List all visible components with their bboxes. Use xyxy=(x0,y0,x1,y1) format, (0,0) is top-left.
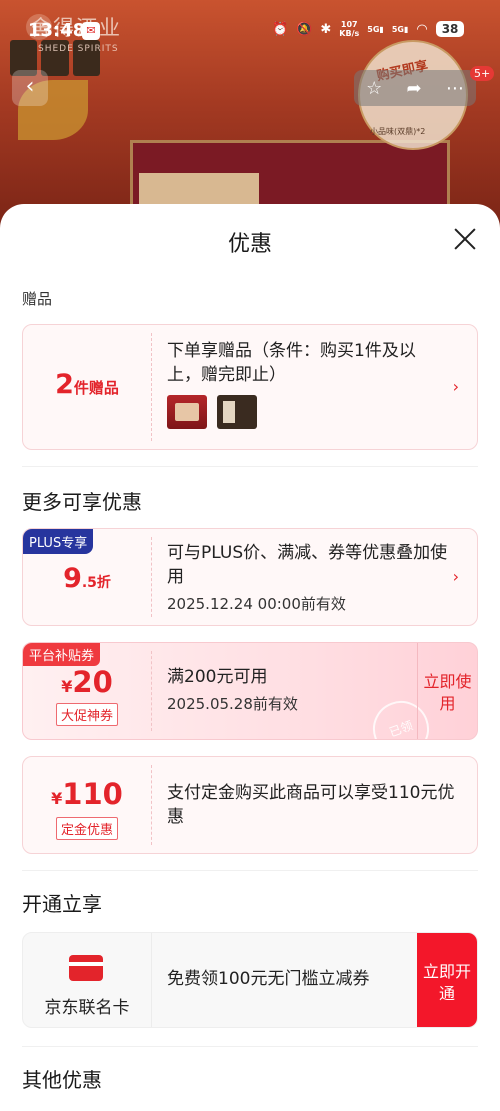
deposit-amount: ¥110 xyxy=(23,777,151,811)
coupon-amount: ¥20 xyxy=(23,665,151,699)
network-speed: 107 KB/s xyxy=(339,20,359,38)
jd-cobrand-card: 京东联名卡 免费领100元无门槛立减券 立即开通 xyxy=(22,932,478,1028)
gifts-section-label: 赠品 xyxy=(22,290,53,308)
battery-level: 38 xyxy=(435,21,465,37)
discount-number: 9 xyxy=(63,563,82,594)
plus-valid-date: 2025.12.24 00:00前有效 xyxy=(167,595,346,613)
jd-card-description: 免费领100元无门槛立减券 xyxy=(167,969,370,989)
chevron-right-icon: › xyxy=(452,377,459,396)
sheet-title: 优惠 xyxy=(227,232,272,257)
plus-badge: PLUS专享 xyxy=(23,529,94,554)
gift-count-unit: 件赠品 xyxy=(73,379,119,397)
card-divider xyxy=(151,933,152,1027)
card-divider xyxy=(151,333,152,441)
chevron-left-icon: ‹ xyxy=(25,74,35,99)
currency-symbol: ¥ xyxy=(51,789,63,808)
gift-count-number: 2 xyxy=(55,369,74,400)
sim1-label: 5G xyxy=(367,24,380,34)
gift-bottle-thumbnail xyxy=(217,395,257,429)
use-now-button[interactable]: 立即使用 xyxy=(417,643,477,739)
network-speed-unit: KB/s xyxy=(339,29,360,38)
platform-coupon-card: 平台补贴券 ¥20 大促神券 满200元可用 2025.05.28前有效 已领 … xyxy=(22,642,478,740)
promo-seal-subtext: 小品味(双鼎)*2 xyxy=(370,127,426,136)
gift-bag-thumbnail xyxy=(167,395,207,429)
card-divider xyxy=(151,765,152,845)
deposit-tag: 定金优惠 xyxy=(56,817,118,840)
deposit-description: 支付定金购买此商品可以享受110元优惠 xyxy=(167,783,455,827)
jd-card-name: 京东联名卡 xyxy=(44,998,130,1018)
offers-sheet: 优惠 赠品 2件赠品 下单享赠品（条件：购买1件及以上，赠完即止） › 更多可享… xyxy=(0,204,500,1111)
subsidy-badge: 平台补贴券 xyxy=(23,643,101,666)
deposit-amount-number: 110 xyxy=(62,777,123,811)
other-offers-heading: 其他优惠 xyxy=(22,1068,102,1092)
cart-count-badge: 5+ xyxy=(470,66,495,81)
close-icon[interactable] xyxy=(452,226,478,252)
gift-description: 下单享赠品（条件：购买1件及以上，赠完即止） xyxy=(167,341,416,385)
open-benefits-heading: 开通立享 xyxy=(22,892,102,916)
divider xyxy=(22,870,478,871)
credit-card-icon xyxy=(69,955,103,981)
plus-discount: 9.5折 xyxy=(23,563,151,594)
divider xyxy=(22,1046,478,1047)
card-divider xyxy=(151,537,152,617)
coupon-tag: 大促神券 xyxy=(56,703,118,726)
gift-thumbnails xyxy=(167,395,257,429)
mute-icon: 🔕 xyxy=(296,21,313,37)
open-now-button[interactable]: 立即开通 xyxy=(417,933,477,1027)
plus-discount-card[interactable]: PLUS专享 9.5折 可与PLUS价、满减、券等优惠叠加使用 2025.12.… xyxy=(22,528,478,626)
coupon-condition: 满200元可用 xyxy=(167,667,268,687)
status-time: 13:48 xyxy=(28,20,86,41)
back-button[interactable]: ‹ xyxy=(12,70,48,106)
divider xyxy=(22,466,478,467)
bluetooth-icon: ✱ xyxy=(320,21,332,37)
discount-unit: .5折 xyxy=(81,575,111,591)
more-icon[interactable]: ⋯ xyxy=(446,78,464,99)
share-icon[interactable]: ➦ xyxy=(407,78,422,99)
wifi-icon: ◠ xyxy=(416,21,428,37)
more-offers-heading: 更多可享优惠 xyxy=(22,490,142,514)
alarm-icon: ⏰ xyxy=(272,21,289,37)
app-notification-icon: ✉ xyxy=(82,22,100,40)
chevron-right-icon: › xyxy=(452,567,459,586)
status-icons: ⏰ 🔕 ✱ 107 KB/s 5G▮ 5G▮ ◠ 38 xyxy=(272,20,465,38)
top-action-bar: ☆ ➦ ⋯ xyxy=(354,70,476,106)
deposit-discount-card: ¥110 定金优惠 支付定金购买此商品可以享受110元优惠 xyxy=(22,756,478,854)
gift-card[interactable]: 2件赠品 下单享赠品（条件：购买1件及以上，赠完即止） › xyxy=(22,324,478,450)
gift-count: 2件赠品 xyxy=(23,369,151,400)
currency-symbol: ¥ xyxy=(61,677,73,696)
sim2-label: 5G xyxy=(391,24,404,34)
star-icon[interactable]: ☆ xyxy=(366,78,382,99)
status-bar: 13:48 ✉ ⏰ 🔕 ✱ 107 KB/s 5G▮ 5G▮ ◠ 38 xyxy=(0,0,500,60)
coupon-amount-number: 20 xyxy=(72,665,113,699)
signal-2-icon: 5G▮ xyxy=(391,24,409,34)
network-speed-value: 107 xyxy=(340,20,358,29)
plus-description: 可与PLUS价、满减、券等优惠叠加使用 xyxy=(167,543,448,587)
coupon-valid-date: 2025.05.28前有效 xyxy=(167,695,298,713)
card-divider xyxy=(151,651,152,731)
signal-1-icon: 5G▮ xyxy=(367,24,384,34)
